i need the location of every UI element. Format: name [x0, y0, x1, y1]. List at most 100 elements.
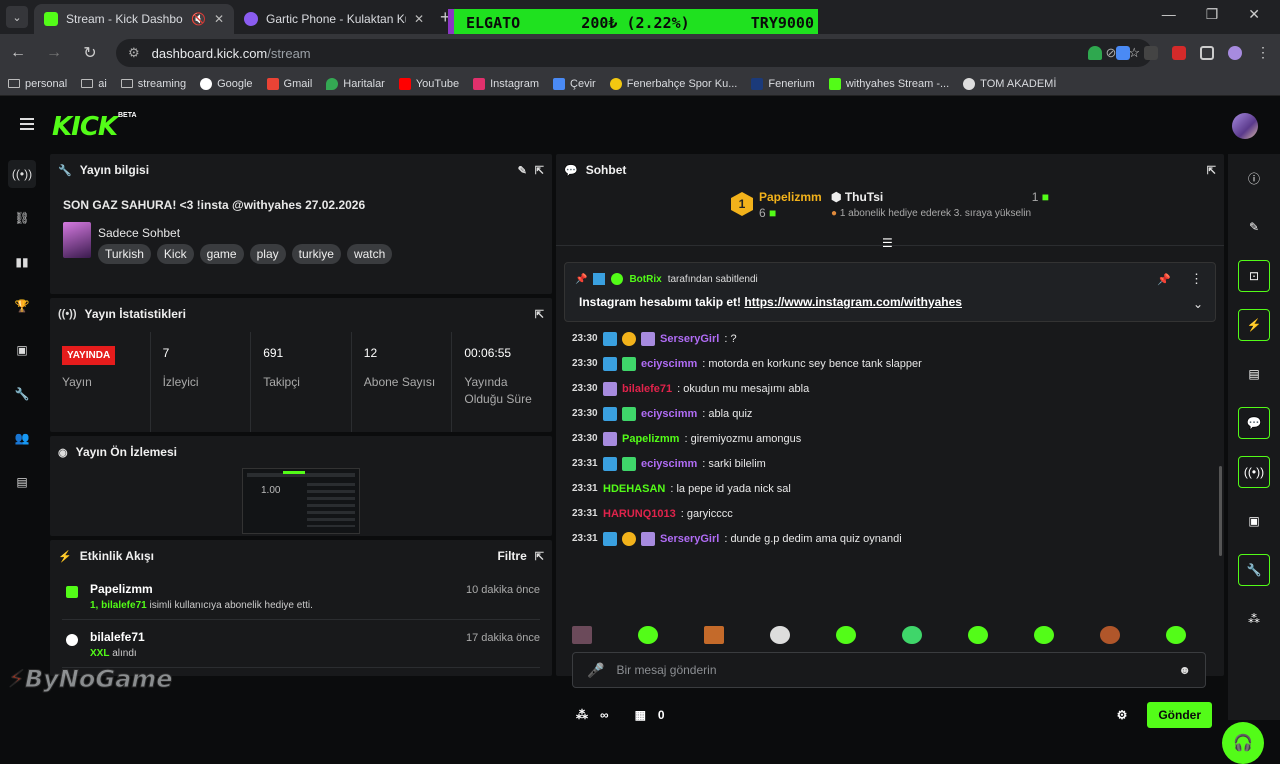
trophy-icon[interactable]: 🏆 — [8, 292, 36, 320]
microphone-icon[interactable]: 🎤 — [587, 662, 604, 679]
chat-scrollbar[interactable] — [1219, 466, 1222, 556]
document-icon[interactable]: ▤ — [1238, 358, 1270, 390]
message-username[interactable]: HARUNQ1013 — [603, 508, 676, 520]
emoji-icon[interactable]: ☻ — [1178, 663, 1191, 677]
unpin-icon[interactable]: 📌 — [1157, 273, 1171, 286]
lightning-icon[interactable]: ⚡ — [1238, 309, 1270, 341]
pinned-link[interactable]: https://www.instagram.com/withyahes — [744, 295, 962, 309]
chevron-down-icon[interactable]: ⌄ — [1193, 297, 1203, 311]
profile-avatar-icon[interactable] — [1228, 45, 1242, 60]
emote[interactable] — [968, 626, 988, 644]
mute-tab-icon[interactable]: 🔇 — [191, 12, 206, 26]
message-username[interactable]: eciyscimm — [641, 408, 697, 420]
emote[interactable] — [1166, 626, 1186, 644]
site-info-icon[interactable]: ⚙ — [128, 45, 140, 61]
message-username[interactable]: Papelizmm — [622, 433, 679, 445]
more-options-icon[interactable]: ⋮ — [1190, 271, 1203, 287]
tab-search-button[interactable]: ⌄ — [6, 6, 28, 28]
bookmark-folder[interactable]: streaming — [120, 78, 186, 90]
omnibox[interactable]: ⚙ dashboard.kick.com/stream ⊘ ☆ — [116, 39, 1152, 67]
bookmark-folder[interactable]: ai — [81, 78, 107, 90]
bookmark-link[interactable]: YouTube — [398, 77, 459, 90]
video-switch-icon[interactable]: ▣ — [1238, 505, 1270, 537]
close-window-icon[interactable]: ✕ — [1248, 6, 1260, 23]
extension-icon[interactable] — [1172, 45, 1186, 60]
creator-tools-icon[interactable]: ▤ — [8, 468, 36, 496]
kicks-icon[interactable]: ⁂ — [1238, 603, 1270, 635]
emote[interactable] — [704, 626, 724, 644]
tag[interactable]: game — [199, 244, 244, 264]
top-gifter-name[interactable]: Papelizmm — [759, 190, 822, 204]
bookmark-link[interactable]: Fenerbahçe Spor Ku... — [609, 77, 737, 90]
maximize-icon[interactable]: ❐ — [1206, 6, 1219, 23]
message-username[interactable]: bilalefe71 — [622, 383, 672, 395]
message-username[interactable]: eciyscimm — [641, 458, 697, 470]
stream-preview-video[interactable]: 1.00 — [242, 468, 360, 534]
tag[interactable]: Turkish — [98, 244, 151, 264]
bookmark-link[interactable]: Haritalar — [326, 77, 385, 90]
second-gifter[interactable]: ⬢ ThuTsi — [831, 190, 883, 204]
support-headset-icon[interactable]: 🎧 — [1222, 722, 1264, 764]
close-tab-icon[interactable]: ✕ — [414, 12, 424, 26]
bookmark-link[interactable]: Fenerium — [751, 77, 815, 90]
bookmark-link[interactable]: Gmail — [266, 77, 312, 90]
broadcast-icon[interactable]: ((•)) — [1238, 456, 1270, 488]
minimize-icon[interactable]: — — [1162, 6, 1176, 23]
analytics-icon[interactable]: ▮▮ — [8, 248, 36, 276]
popout-icon[interactable]: ⇱ — [1207, 164, 1216, 177]
bookmark-link[interactable]: withyahes Stream -... — [828, 77, 949, 90]
extensions-puzzle-icon[interactable] — [1200, 45, 1214, 60]
extension-icon[interactable] — [1144, 45, 1158, 60]
emote[interactable] — [1034, 626, 1054, 644]
stream-broadcast-icon[interactable]: ((•)) — [8, 160, 36, 188]
tag[interactable]: turkiye — [291, 244, 341, 264]
wrench-icon[interactable]: 🔧 — [8, 380, 36, 408]
popout-icon[interactable]: ⇱ — [535, 164, 544, 177]
chat-icon[interactable]: 💬 — [1238, 407, 1270, 439]
popout-icon[interactable]: ⇱ — [535, 550, 544, 563]
emote[interactable] — [770, 626, 790, 644]
bookmark-link[interactable]: Instagram — [473, 77, 539, 90]
emote[interactable] — [902, 626, 922, 644]
forward-icon[interactable]: → — [44, 44, 64, 62]
video-library-icon[interactable]: ▣ — [8, 336, 36, 364]
message-username[interactable]: eciyscimm — [641, 358, 697, 370]
emote[interactable] — [1100, 626, 1120, 644]
bookmark-folder[interactable]: personal — [8, 78, 67, 90]
bookmark-link[interactable]: Çevir — [553, 77, 596, 90]
user-avatar[interactable] — [1232, 113, 1258, 139]
wrench-icon[interactable]: 🔧 — [1238, 554, 1270, 586]
edit-pencil-icon[interactable]: ✎ — [1238, 211, 1270, 243]
reload-icon[interactable]: ↻ — [80, 43, 100, 63]
edit-pencil-icon[interactable]: ✎ — [518, 164, 527, 177]
tag[interactable]: Kick — [156, 244, 194, 264]
message-username[interactable]: HDEHASAN — [603, 483, 665, 495]
close-tab-icon[interactable]: ✕ — [214, 12, 224, 26]
chat-message-input[interactable]: 🎤 Bir mesaj gönderin ☻ — [572, 652, 1206, 688]
extension-icon[interactable] — [1116, 45, 1130, 60]
message-username[interactable]: SerseryGirl — [660, 533, 719, 545]
send-button[interactable]: Gönder — [1147, 702, 1212, 728]
filter-button[interactable]: Filtre — [497, 549, 526, 563]
tag[interactable]: watch — [346, 244, 393, 264]
screen-capture-icon[interactable]: ⊡ — [1238, 260, 1270, 292]
bookmark-link[interactable]: TOM AKADEMİ — [963, 77, 1056, 90]
hamburger-menu-icon[interactable] — [20, 118, 34, 130]
kick-logo[interactable]: KICK — [52, 112, 118, 142]
shield-extension-icon[interactable] — [1088, 45, 1102, 60]
tab-gartic-phone[interactable]: Gartic Phone - Kulaktan Kulağa ✕ — [234, 4, 434, 34]
community-icon[interactable]: 👥 — [8, 424, 36, 452]
info-icon[interactable]: ⓘ — [1238, 162, 1270, 194]
tag[interactable]: play — [249, 244, 286, 264]
emote[interactable] — [572, 626, 592, 644]
emote[interactable] — [836, 626, 856, 644]
back-icon[interactable]: ← — [8, 44, 28, 62]
collapse-leaderboard-icon[interactable]: ☰ — [882, 236, 893, 250]
message-username[interactable]: SerseryGirl — [660, 333, 719, 345]
bookmark-link[interactable]: Google — [200, 77, 253, 90]
link-icon[interactable]: ⛓ — [8, 204, 36, 232]
emote[interactable] — [638, 626, 658, 644]
browser-menu-icon[interactable]: ⋮ — [1256, 44, 1270, 61]
popout-icon[interactable]: ⇱ — [535, 308, 544, 321]
tab-kick-dashboard[interactable]: Stream - Kick Dashboard 🔇 ✕ — [34, 4, 234, 34]
